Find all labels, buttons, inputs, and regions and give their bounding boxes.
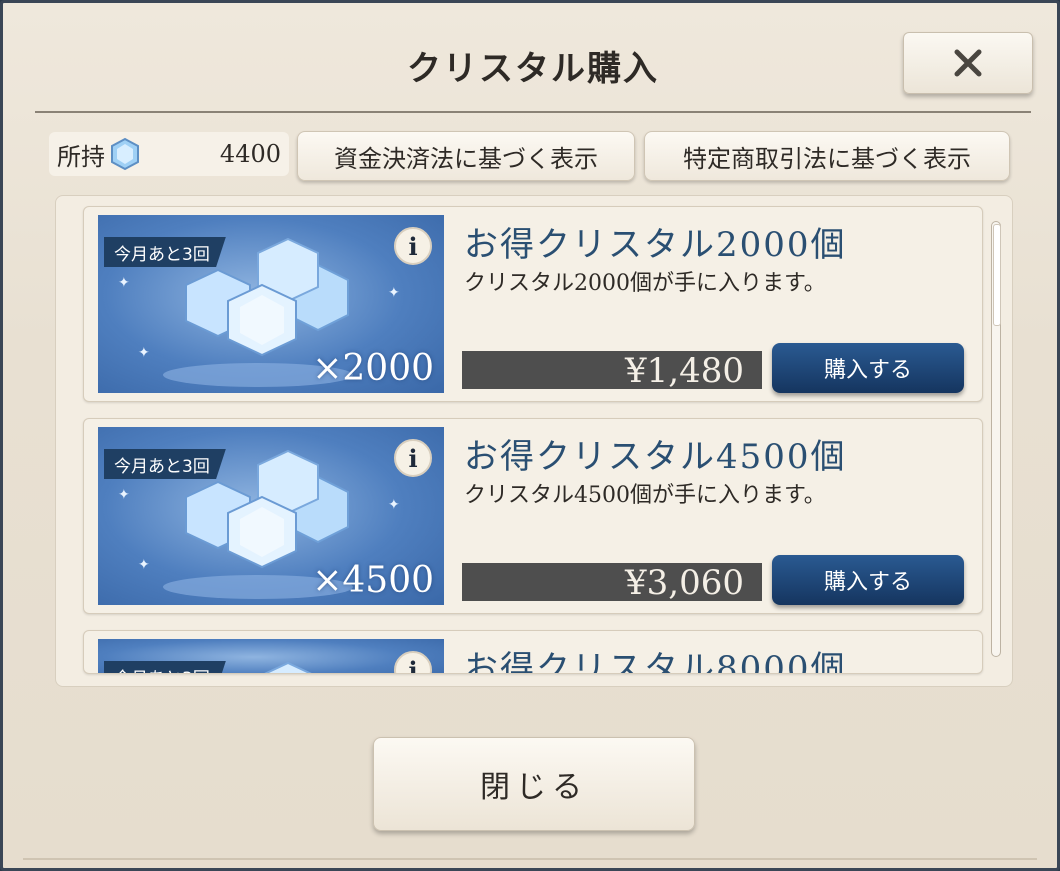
product-image: 今月あと3回 i: [98, 639, 444, 673]
quantity-label: ×2000: [312, 348, 434, 389]
product-item: ✦ ✦ ✦ 今月あと3回 ×2000 i お得クリスタル2000個 クリスタル2…: [83, 206, 983, 402]
list-scrollbar[interactable]: [991, 221, 1001, 657]
payment-services-act-button[interactable]: 資金決済法に基づく表示: [297, 131, 635, 181]
crystal-icon: [111, 137, 139, 171]
buy-button[interactable]: 購入する: [772, 343, 964, 393]
sparkle-icon: ✦: [118, 487, 130, 503]
owned-crystals: 所持 4400: [49, 132, 289, 176]
product-price: ¥1,480: [462, 351, 762, 391]
product-image: ✦ ✦ ✦ 今月あと3回 ×4500 i: [98, 427, 444, 605]
owned-amount: 4400: [219, 140, 281, 168]
sparkle-icon: ✦: [138, 345, 150, 361]
close-icon: [954, 49, 982, 77]
product-name: お得クリスタル8000個: [464, 649, 847, 674]
info-icon[interactable]: i: [394, 439, 432, 477]
header-divider: [35, 111, 1031, 113]
sparkle-icon: ✦: [388, 285, 400, 301]
product-name: お得クリスタル4500個: [464, 437, 847, 477]
commercial-transactions-act-button[interactable]: 特定商取引法に基づく表示: [644, 131, 1010, 181]
product-item: ✦ ✦ ✦ 今月あと3回 ×4500 i お得クリスタル4500個 クリスタル4…: [83, 418, 983, 614]
product-image: ✦ ✦ ✦ 今月あと3回 ×2000 i: [98, 215, 444, 393]
sparkle-icon: ✦: [118, 275, 130, 291]
close-x-button[interactable]: [903, 32, 1033, 94]
product-price: ¥3,060: [462, 563, 762, 603]
scrollbar-thumb[interactable]: [993, 224, 1001, 326]
sparkle-icon: ✦: [388, 497, 400, 513]
buy-button[interactable]: 購入する: [772, 555, 964, 605]
product-name: お得クリスタル2000個: [464, 225, 847, 265]
product-description: クリスタル2000個が手に入ります。: [464, 271, 826, 296]
product-description: クリスタル4500個が手に入ります。: [464, 483, 826, 508]
info-icon[interactable]: i: [394, 227, 432, 265]
dialog-title: クリスタル購入: [407, 49, 659, 89]
monthly-limit-badge: 今月あと3回: [104, 237, 226, 267]
close-button[interactable]: 閉じる: [373, 737, 695, 831]
monthly-limit-badge: 今月あと3回: [104, 449, 226, 479]
owned-label: 所持: [57, 142, 105, 171]
monthly-limit-badge: 今月あと3回: [104, 661, 226, 673]
product-item: 今月あと3回 i お得クリスタル8000個: [83, 630, 983, 674]
sparkle-icon: ✦: [138, 557, 150, 573]
info-icon[interactable]: i: [394, 651, 432, 673]
quantity-label: ×4500: [312, 560, 434, 601]
crystal-purchase-dialog: クリスタル購入 所持 4400 資金決済法に基づく表示 特定商取引法に基づく表示: [0, 0, 1060, 871]
